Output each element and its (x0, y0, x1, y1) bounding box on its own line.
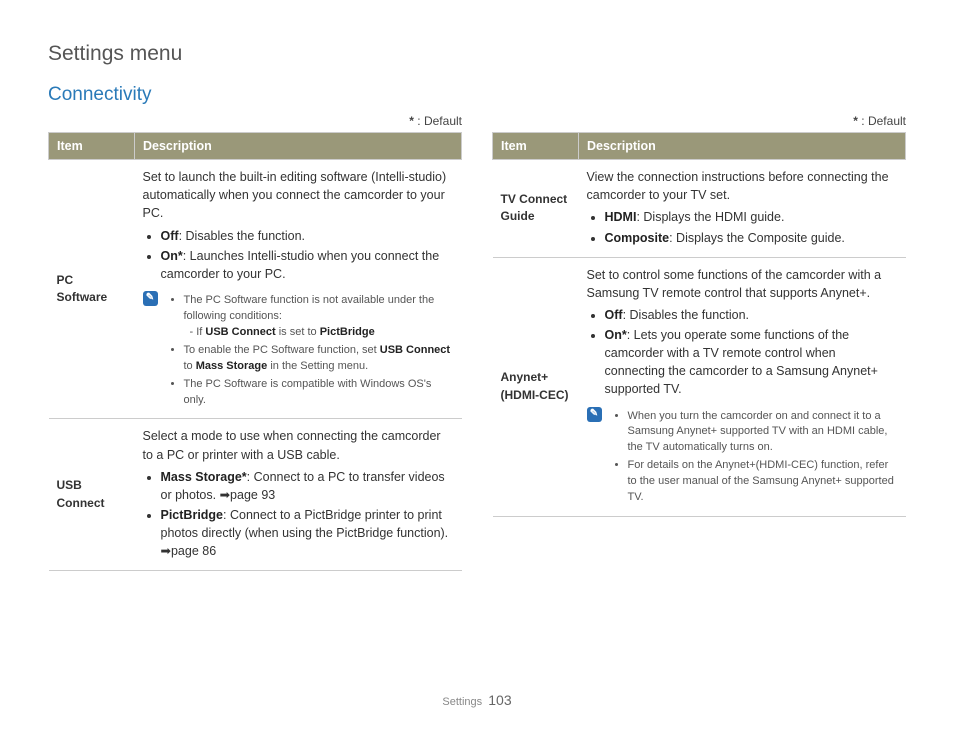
item-pc-software: PC Software (49, 160, 135, 419)
note-box: ✎ When you turn the camcorder on and con… (587, 405, 898, 509)
desc-anynet: Set to control some functions of the cam… (579, 257, 906, 517)
note-item: For details on the Anynet+(HDMI-CEC) fun… (628, 458, 898, 506)
section-title: Connectivity (48, 84, 906, 106)
settings-table-left: Item Description PC Software Set to laun… (48, 132, 462, 571)
note-subitem: - If USB Connect is set to PictBridge (184, 325, 454, 341)
table-row: PC Software Set to launch the built-in e… (49, 160, 462, 419)
left-column: * : Default Item Description PC Software… (48, 114, 462, 571)
item-usb-connect: USB Connect (49, 419, 135, 571)
note-box: ✎ The PC Software function is not availa… (143, 289, 454, 411)
default-legend-left: * : Default (48, 114, 462, 128)
note-item: The PC Software function is not availabl… (184, 293, 454, 341)
content-columns: * : Default Item Description PC Software… (48, 114, 906, 571)
page-ref: ➡page 86 (161, 544, 217, 558)
default-legend-right: * : Default (492, 114, 906, 128)
desc-pc-software: Set to launch the built-in editing softw… (135, 160, 462, 419)
desc-intro: Select a mode to use when connecting the… (143, 427, 454, 463)
list-item: Mass Storage*: Connect to a PC to transf… (161, 468, 454, 504)
list-item: HDMI: Displays the HDMI guide. (605, 208, 898, 226)
note-icon: ✎ (587, 407, 602, 422)
list-item: Off: Disables the function. (605, 306, 898, 324)
page-title: Settings menu (48, 42, 906, 66)
item-anynet: Anynet+ (HDMI-CEC) (493, 257, 579, 517)
footer-label: Settings (442, 696, 482, 708)
list-item: Off: Disables the function. (161, 227, 454, 245)
col-header-desc: Description (579, 133, 906, 160)
list-item: On*: Lets you operate some functions of … (605, 326, 898, 399)
col-header-desc: Description (135, 133, 462, 160)
desc-intro: View the connection instructions before … (587, 168, 898, 204)
settings-table-right: Item Description TV Connect Guide View t… (492, 132, 906, 517)
desc-intro: Set to control some functions of the cam… (587, 266, 898, 302)
list-item: PictBridge: Connect to a PictBridge prin… (161, 506, 454, 560)
table-row: USB Connect Select a mode to use when co… (49, 419, 462, 571)
item-tv-connect-guide: TV Connect Guide (493, 160, 579, 258)
desc-intro: Set to launch the built-in editing softw… (143, 168, 454, 222)
legend-text: : Default (414, 114, 462, 128)
legend-text: : Default (858, 114, 906, 128)
list-item: Composite: Displays the Composite guide. (605, 229, 898, 247)
table-row: TV Connect Guide View the connection ins… (493, 160, 906, 258)
note-item: To enable the PC Software function, set … (184, 343, 454, 375)
note-item: When you turn the camcorder on and conne… (628, 409, 898, 457)
desc-tv-connect-guide: View the connection instructions before … (579, 160, 906, 258)
page-footer: Settings 103 (0, 692, 954, 708)
col-header-item: Item (493, 133, 579, 160)
right-column: * : Default Item Description TV Connect … (492, 114, 906, 571)
page-ref: ➡page 93 (220, 488, 276, 502)
table-row: Anynet+ (HDMI-CEC) Set to control some f… (493, 257, 906, 517)
desc-usb-connect: Select a mode to use when connecting the… (135, 419, 462, 571)
list-item: On*: Launches Intelli-studio when you co… (161, 247, 454, 283)
col-header-item: Item (49, 133, 135, 160)
page-number: 103 (488, 692, 511, 708)
note-icon: ✎ (143, 291, 158, 306)
note-item: The PC Software is compatible with Windo… (184, 377, 454, 409)
